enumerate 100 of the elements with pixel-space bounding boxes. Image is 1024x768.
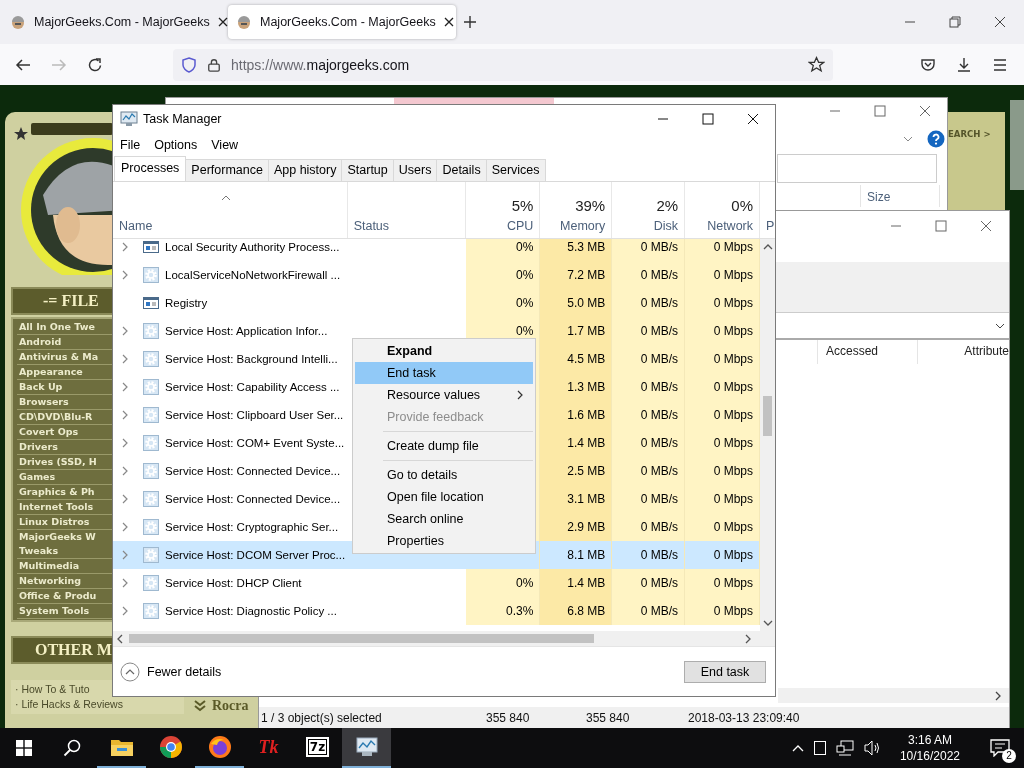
category-link[interactable]: System Tools bbox=[17, 604, 90, 618]
table-cell: 0 Mbps bbox=[685, 261, 760, 289]
table-cell: 8.1 MB bbox=[540, 541, 613, 569]
menu-item[interactable]: Resource values bbox=[355, 384, 533, 406]
table-cell[interactable]: Service Host: Cryptographic Ser... bbox=[113, 513, 348, 541]
clock-date[interactable]: 10/16/2022 bbox=[899, 748, 960, 764]
table-cell[interactable]: Service Host: Background Intelli... bbox=[113, 345, 348, 373]
category-link[interactable]: Graphics & Ph bbox=[17, 485, 95, 499]
table-cell: 0 Mbps bbox=[685, 345, 760, 373]
table-cell: 0.3% bbox=[466, 597, 541, 625]
category-link[interactable]: Covert Ops bbox=[17, 425, 79, 439]
banner[interactable]: Rocra bbox=[184, 697, 258, 715]
end-task-button[interactable]: End task bbox=[684, 660, 766, 683]
table-cell: 0 MB/s bbox=[612, 373, 686, 401]
menu-item[interactable]: File bbox=[120, 137, 141, 152]
table-cell: 0 MB/s bbox=[612, 457, 686, 485]
clock-time[interactable]: 3:16 AM bbox=[907, 732, 952, 748]
menu-item[interactable]: View bbox=[211, 137, 239, 152]
menu-item[interactable]: Go to details bbox=[355, 464, 533, 486]
table-cell[interactable]: Service Host: Diagnostic Policy ... bbox=[113, 597, 348, 625]
fewer-details-link[interactable]: Fewer details bbox=[120, 661, 222, 682]
table-cell[interactable]: LocalServiceNoNetworkFirewall ... bbox=[113, 261, 348, 289]
category-link[interactable]: Internet Tools bbox=[17, 500, 94, 514]
process-name: LocalServiceNoNetworkFirewall ... bbox=[165, 269, 341, 281]
column-header[interactable]: P bbox=[766, 219, 775, 233]
menu-item[interactable]: Search online bbox=[355, 508, 533, 530]
url-text: https://www.majorgeeks.com bbox=[231, 56, 410, 73]
tab[interactable]: App history bbox=[267, 159, 343, 181]
table-cell[interactable]: Service Host: DHCP Client bbox=[113, 569, 348, 597]
table-cell[interactable]: Service Host: Application Infor... bbox=[113, 317, 348, 345]
table-cell: 0 Mbps bbox=[685, 239, 760, 261]
table-cell: 0 MB/s bbox=[612, 485, 686, 513]
menu-item[interactable]: End task bbox=[355, 362, 533, 384]
article-link[interactable]: · Life Hacks & Reviews bbox=[15, 697, 123, 712]
tab[interactable]: Users bbox=[392, 159, 438, 181]
table-cell[interactable]: Service Host: COM+ Event Syste... bbox=[113, 429, 348, 457]
column-header[interactable]: Disk bbox=[653, 219, 679, 233]
category-link[interactable]: Multimedia bbox=[17, 559, 80, 573]
table-cell: 0 Mbps bbox=[685, 317, 760, 345]
category-link[interactable]: All In One Twe bbox=[17, 320, 96, 334]
category-link[interactable]: Games bbox=[17, 470, 56, 484]
tab[interactable]: Details bbox=[436, 159, 487, 181]
table-cell: 0 Mbps bbox=[685, 513, 760, 541]
column-header[interactable]: Accessed bbox=[817, 340, 917, 364]
column-header[interactable]: Attribute bbox=[917, 340, 1009, 364]
table-cell: 5.3 MB bbox=[540, 239, 613, 261]
table-cell[interactable]: Service Host: Clipboard User Ser... bbox=[113, 401, 348, 429]
category-link[interactable]: Linux Distros bbox=[17, 515, 90, 529]
menu-item[interactable]: Open file location bbox=[355, 486, 533, 508]
table-cell: 0% bbox=[466, 239, 541, 261]
browser-tab[interactable]: MajorGeeks.Com - MajorGeeks bbox=[2, 5, 224, 39]
table-cell: 0 Mbps bbox=[685, 373, 760, 401]
table-cell[interactable]: Service Host: Connected Device... bbox=[113, 485, 348, 513]
tab[interactable]: Performance bbox=[185, 159, 269, 181]
menu-item[interactable]: Options bbox=[154, 137, 198, 152]
menu-item[interactable]: Properties bbox=[355, 530, 533, 552]
category-link[interactable]: Android bbox=[17, 335, 62, 349]
column-header[interactable]: CPU bbox=[506, 219, 534, 233]
column-header[interactable]: Size bbox=[860, 185, 940, 207]
category-link[interactable]: Back Up bbox=[17, 380, 63, 394]
table-cell[interactable]: Service Host: Connected Device... bbox=[113, 457, 348, 485]
table-cell: 1.3 MB bbox=[540, 373, 613, 401]
table-cell: 0 MB/s bbox=[612, 261, 686, 289]
column-header[interactable]: Name bbox=[119, 219, 347, 233]
process-name: Service Host: DCOM Server Proc... bbox=[165, 549, 346, 561]
table-cell: 4.5 MB bbox=[540, 345, 613, 373]
category-link[interactable]: Appearance bbox=[17, 365, 83, 379]
notification-badge: 2 bbox=[1002, 749, 1016, 763]
column-header[interactable]: Memory bbox=[560, 219, 606, 233]
process-name: Service Host: Clipboard User Ser... bbox=[165, 409, 344, 421]
table-cell: 0 MB/s bbox=[612, 541, 686, 569]
table-cell: 0 MB/s bbox=[612, 429, 686, 457]
tab[interactable]: Services bbox=[485, 159, 546, 181]
category-link[interactable]: Networking bbox=[17, 574, 82, 588]
menu-item[interactable]: Create dump file bbox=[355, 435, 533, 457]
tab[interactable]: Processes bbox=[114, 156, 187, 181]
table-cell: 5.0 MB bbox=[540, 289, 613, 317]
category-link[interactable]: Drives (SSD, H bbox=[17, 455, 97, 469]
taskbar-app[interactable]: Tk bbox=[244, 728, 293, 768]
category-link[interactable]: Office & Produ bbox=[17, 589, 97, 603]
taskbar-app[interactable]: 7z bbox=[293, 728, 342, 768]
table-cell: 1.4 MB bbox=[540, 569, 613, 597]
category-link[interactable]: Antivirus & Ma bbox=[17, 350, 99, 364]
browser-tab[interactable]: MajorGeeks.Com - MajorGeeks bbox=[228, 5, 456, 39]
article-link[interactable]: · How To & Tuto bbox=[15, 682, 90, 697]
table-cell[interactable]: Service Host: DCOM Server Proc... bbox=[113, 541, 348, 569]
category-link[interactable]: CD\DVD\Blu-R bbox=[17, 410, 93, 424]
category-link[interactable]: MajorGeeks W Tweaks bbox=[17, 530, 96, 558]
address-bar[interactable]: https://www.majorgeeks.com bbox=[173, 48, 833, 81]
table-cell[interactable]: Local Security Authority Process... bbox=[113, 239, 348, 261]
column-header[interactable]: Network bbox=[707, 219, 753, 233]
category-link[interactable]: Browsers bbox=[17, 395, 69, 409]
process-name: Service Host: DHCP Client bbox=[165, 577, 302, 589]
table-cell[interactable]: Service Host: Capability Access ... bbox=[113, 373, 348, 401]
tab[interactable]: Startup bbox=[341, 159, 394, 181]
column-header[interactable]: Status bbox=[353, 219, 466, 233]
category-link[interactable]: Drivers bbox=[17, 440, 58, 454]
search-link[interactable]: EARCH > bbox=[948, 128, 991, 139]
table-cell: 3.1 MB bbox=[540, 485, 613, 513]
table-cell: 0 MB/s bbox=[612, 239, 686, 261]
